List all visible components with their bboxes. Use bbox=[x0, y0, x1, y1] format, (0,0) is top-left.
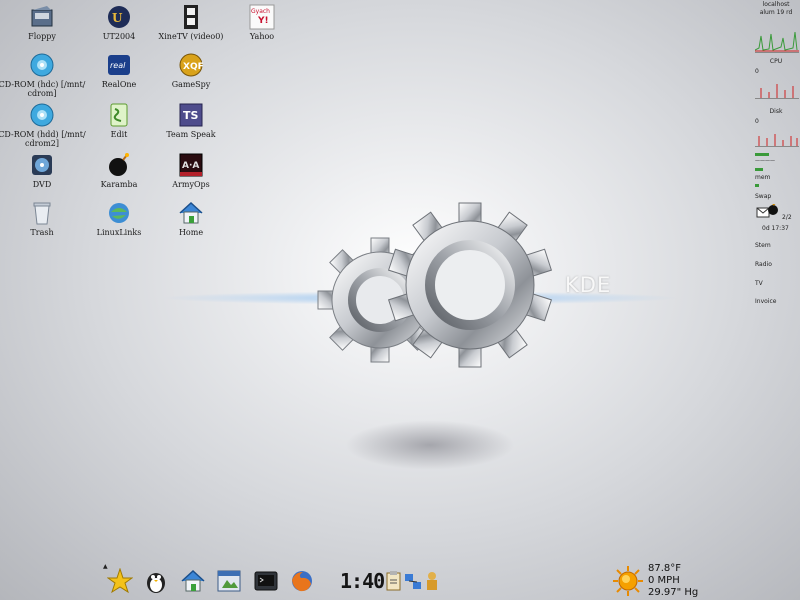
mem-bar-2 bbox=[755, 168, 763, 171]
yahoo-icon: Gyach Y! bbox=[249, 4, 275, 30]
desktop-icon-teamspeak[interactable]: TS Team Speak bbox=[151, 102, 231, 139]
panel-clock[interactable]: 1:40 bbox=[340, 569, 385, 593]
icon-label: Home bbox=[178, 228, 204, 237]
sysmon-item-tv[interactable]: TV bbox=[755, 280, 763, 287]
user-icon[interactable] bbox=[423, 568, 441, 594]
sysmon-time: 0d 17:37 bbox=[762, 225, 789, 232]
mem-label-1: ———— bbox=[755, 158, 775, 164]
favorites-star-icon[interactable] bbox=[106, 567, 134, 594]
cdrom-icon bbox=[29, 102, 55, 128]
icon-label: XineTV (video0) bbox=[158, 32, 224, 41]
icon-label: GameSpy bbox=[171, 80, 211, 89]
icon-label: Team Speak bbox=[166, 130, 216, 139]
swap-bar bbox=[755, 184, 759, 187]
gamespy-icon: XQF bbox=[178, 52, 204, 78]
mail-icon[interactable] bbox=[756, 202, 780, 220]
wallpaper-gear-shadow bbox=[345, 420, 515, 470]
icon-label: Yahoo bbox=[249, 32, 275, 41]
icon-label: ArmyOps bbox=[172, 180, 210, 189]
film-icon bbox=[178, 4, 204, 30]
desktop-icon-yahoo[interactable]: Gyach Y! Yahoo bbox=[222, 4, 302, 41]
desktop-icon-edit[interactable]: Edit bbox=[79, 102, 159, 139]
disk-graph bbox=[755, 76, 799, 99]
sysmon-uptime: alum 19 rd bbox=[759, 9, 793, 16]
disk-label: Disk bbox=[769, 108, 783, 115]
tux-icon[interactable] bbox=[143, 568, 169, 594]
sysmon-item-radio[interactable]: Radio bbox=[755, 261, 772, 268]
kde-wordmark: KDE bbox=[565, 273, 612, 297]
icon-label: Floppy bbox=[28, 32, 56, 41]
icon-label: LinuxLinks bbox=[96, 228, 142, 237]
icon-label: Karamba bbox=[100, 180, 138, 189]
icon-label: Edit bbox=[110, 130, 128, 139]
icon-label: DVD bbox=[32, 180, 52, 189]
cpu-min: 0 bbox=[755, 68, 759, 75]
desktop-icon-floppy[interactable]: Floppy bbox=[2, 4, 82, 41]
desktop-icon-armyops[interactable]: A·A ArmyOps bbox=[151, 152, 231, 189]
window-manager-icon[interactable] bbox=[216, 568, 242, 594]
edit-icon bbox=[106, 102, 132, 128]
icon-label: UT2004 bbox=[102, 32, 136, 41]
karamba-icon bbox=[106, 152, 132, 178]
sysmon-count: 2/2 bbox=[782, 214, 792, 221]
weather-temperature: 87.8°F bbox=[648, 563, 682, 574]
svg-text:Gyach: Gyach bbox=[251, 8, 270, 15]
clipboard-icon[interactable] bbox=[385, 568, 403, 594]
linuxlinks-icon bbox=[106, 200, 132, 226]
svg-text:U: U bbox=[112, 11, 123, 25]
desktop-icon-xinetv[interactable]: XineTV (video0) bbox=[151, 4, 231, 41]
teamspeak-icon: TS bbox=[178, 102, 204, 128]
cpu-label: CPU bbox=[769, 58, 783, 65]
cpu-graph bbox=[754, 30, 799, 53]
armyops-icon: A·A bbox=[178, 152, 204, 178]
desktop-icon-realone[interactable]: real RealOne bbox=[79, 52, 159, 89]
desktop-icon-trash[interactable]: Trash bbox=[2, 200, 82, 237]
cdrom-icon bbox=[29, 52, 55, 78]
weather-pressure: 29.97" Hg bbox=[648, 587, 699, 598]
weather-widget[interactable]: 87.8°F 0 MPH 29.97" Hg bbox=[648, 563, 698, 599]
icon-label: Trash bbox=[30, 228, 54, 237]
realone-icon: real bbox=[106, 52, 132, 78]
svg-text:Y!: Y! bbox=[257, 16, 269, 26]
desktop-icon-dvd[interactable]: DVD bbox=[2, 152, 82, 189]
net-graph bbox=[755, 124, 799, 147]
swap-label: Swap bbox=[755, 193, 772, 200]
kde-gears-logo bbox=[317, 202, 553, 368]
firefox-icon[interactable] bbox=[289, 568, 315, 594]
desktop-icon-home[interactable]: Home bbox=[151, 200, 231, 237]
mem-label: mem bbox=[755, 174, 771, 181]
home-icon[interactable] bbox=[180, 568, 206, 594]
sysmon-item-invoice[interactable]: Invoice bbox=[755, 298, 776, 305]
svg-text:real: real bbox=[110, 61, 126, 70]
desktop-icon-linuxlinks[interactable]: LinuxLinks bbox=[79, 200, 159, 237]
svg-text:TS: TS bbox=[183, 109, 199, 122]
desktop-icon-ut2004[interactable]: U UT2004 bbox=[79, 4, 159, 41]
trash-icon bbox=[29, 200, 55, 226]
ut2004-icon: U bbox=[106, 4, 132, 30]
system-monitor-widget: localhost alum 19 rd CPU 0 Disk 0 ———— m… bbox=[752, 0, 800, 320]
weather-wind: 0 MPH bbox=[648, 575, 680, 586]
floppy-icon bbox=[29, 4, 55, 30]
svg-text:A·A: A·A bbox=[182, 161, 199, 171]
network-icon[interactable] bbox=[403, 568, 423, 594]
mem-bar bbox=[755, 153, 769, 156]
desktop-icon-karamba[interactable]: Karamba bbox=[79, 152, 159, 189]
svg-text:XQF: XQF bbox=[183, 62, 204, 72]
weather-sun-icon bbox=[613, 566, 643, 596]
desktop-icon-gamespy[interactable]: XQF GameSpy bbox=[151, 52, 231, 89]
terminal-icon[interactable] bbox=[253, 568, 279, 594]
sysmon-item-stem[interactable]: Stem bbox=[755, 242, 771, 249]
home-icon bbox=[178, 200, 204, 226]
sysmon-host: localhost bbox=[762, 1, 790, 8]
icon-label: RealOne bbox=[101, 80, 137, 89]
dvd-icon bbox=[29, 152, 55, 178]
